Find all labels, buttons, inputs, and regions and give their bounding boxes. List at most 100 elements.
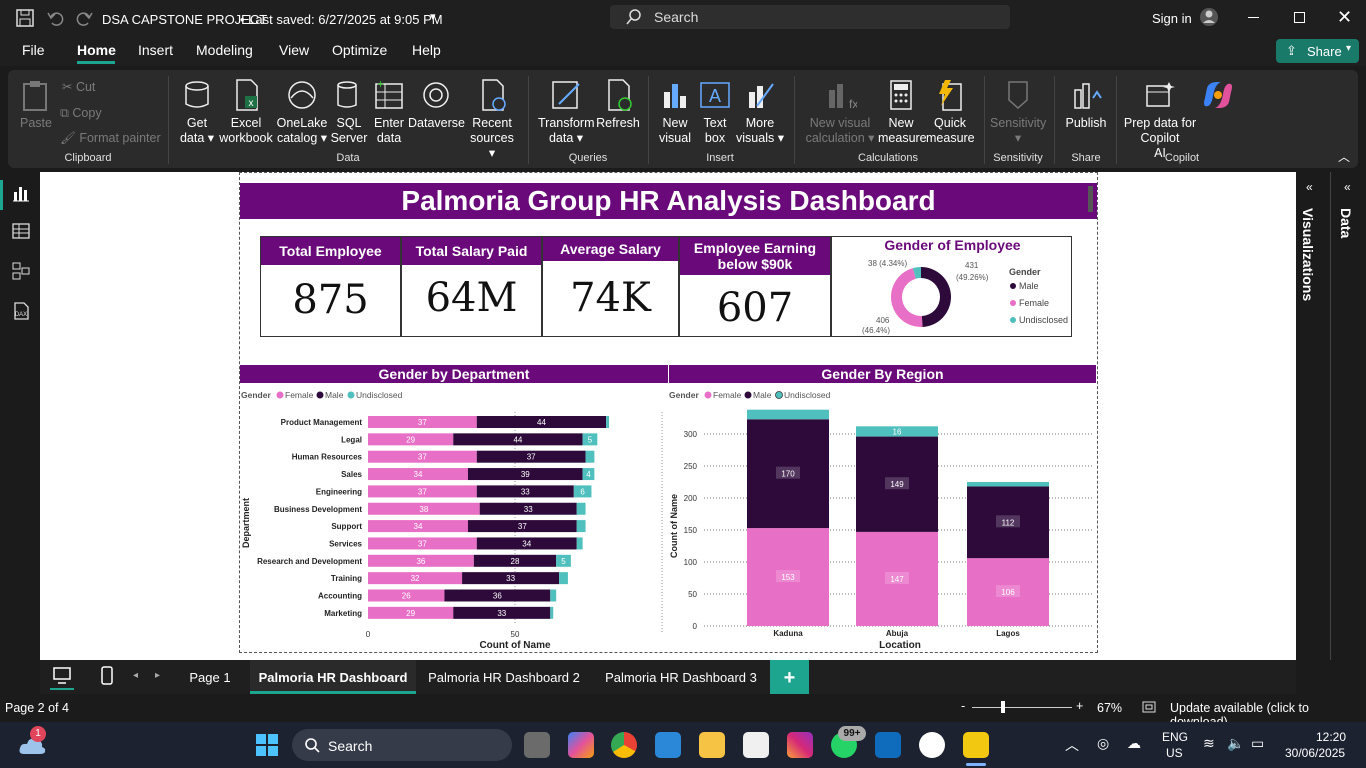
zoom-out-button[interactable]: - — [961, 699, 965, 713]
bar-undisclosed[interactable] — [576, 520, 586, 533]
bar-undisclosed[interactable] — [967, 482, 1049, 487]
add-page-button[interactable]: + — [770, 660, 809, 694]
microsoft-store-icon[interactable] — [655, 732, 681, 758]
next-page-icon[interactable]: ▸ — [155, 670, 160, 681]
menu-file[interactable]: File — [22, 42, 45, 58]
mobile-layout-icon[interactable] — [100, 666, 114, 686]
table-view-icon[interactable] — [12, 222, 30, 240]
tab-palmoria-hr-dashboard[interactable]: Palmoria HR Dashboard — [250, 660, 416, 694]
expand-visualizations-icon[interactable]: « — [1306, 180, 1313, 194]
bar-undisclosed[interactable] — [606, 416, 610, 428]
menu-optimize[interactable]: Optimize — [332, 42, 387, 58]
bar-undisclosed[interactable] — [576, 502, 586, 515]
new-measure-button[interactable]: New measure — [878, 78, 927, 146]
file-explorer-icon[interactable] — [699, 732, 725, 758]
format-painter-button[interactable]: 🖌 Format painter — [60, 131, 180, 146]
bar-undisclosed[interactable] — [576, 537, 583, 550]
quick-measure-button[interactable]: Quick measure — [926, 78, 975, 146]
gender-by-region-chart[interactable]: Gender Female Male Undisclosed Count of … — [668, 384, 1096, 652]
cut-button[interactable]: ✂ Cut — [62, 80, 172, 95]
new-visual-button[interactable]: New visual — [656, 78, 694, 146]
show-hidden-icons-icon[interactable]: ︿ — [1065, 735, 1079, 755]
sql-server-button[interactable]: SQL Server — [330, 78, 368, 146]
tab-palmoria-hr-dashboard-2[interactable]: Palmoria HR Dashboard 2 — [416, 660, 592, 694]
maximize-button[interactable] — [1294, 12, 1305, 23]
chevron-down-icon[interactable]: ▾ — [430, 10, 436, 23]
share-button[interactable]: ⇪ Share ▾ — [1276, 39, 1359, 63]
data-pane-tab[interactable]: Data — [1338, 208, 1354, 238]
instagram-icon[interactable] — [787, 732, 813, 758]
text-box-button[interactable]: A Text box — [698, 78, 732, 146]
chatgpt-icon[interactable] — [919, 732, 945, 758]
volume-icon[interactable]: 🔈 — [1227, 735, 1244, 752]
paste-button[interactable]: Paste — [18, 78, 54, 131]
minimize-button[interactable] — [1248, 17, 1259, 18]
more-visuals-button[interactable]: More visuals ▾ — [736, 78, 784, 146]
bar-undisclosed[interactable] — [550, 589, 557, 602]
outlook-icon[interactable] — [875, 732, 901, 758]
recent-sources-button[interactable]: Recent sources ▾ — [466, 78, 518, 161]
battery-icon[interactable]: ▭ — [1251, 735, 1264, 752]
excel-workbook-button[interactable]: x Excel workbook — [218, 78, 274, 146]
desktop-layout-icon[interactable] — [52, 667, 72, 685]
bar-undisclosed[interactable] — [550, 606, 554, 619]
bar-undisclosed[interactable] — [559, 572, 568, 585]
input-language[interactable]: ENG — [1162, 730, 1188, 744]
menu-help[interactable]: Help — [412, 42, 441, 58]
dax-query-view-icon[interactable]: DAX — [12, 302, 30, 320]
enter-data-button[interactable]: + Enter data — [370, 78, 408, 146]
gender-by-department-chart[interactable]: Gender Female Male Undisclosed Departmen… — [240, 384, 668, 652]
tab-palmoria-hr-dashboard-3[interactable]: Palmoria HR Dashboard 3 — [592, 660, 770, 694]
onelake-catalog-button[interactable]: OneLake catalog ▾ — [276, 78, 328, 146]
zoom-in-button[interactable]: + — [1076, 699, 1083, 713]
power-bi-icon[interactable] — [963, 732, 989, 758]
model-view-icon[interactable] — [12, 262, 30, 280]
chrome-icon[interactable] — [611, 732, 637, 758]
search-box[interactable]: Search — [610, 5, 1010, 29]
document-icon[interactable] — [743, 732, 769, 758]
expand-data-icon[interactable]: « — [1344, 180, 1351, 194]
zoom-slider[interactable] — [972, 707, 1072, 708]
copilot-taskbar-icon[interactable] — [568, 732, 594, 758]
clock-time[interactable]: 12:20 — [1316, 730, 1346, 744]
menu-insert[interactable]: Insert — [138, 42, 173, 58]
prep-data-copilot-button[interactable]: Prep data for Copilot AI — [1122, 78, 1198, 161]
network-cloud-icon[interactable]: ☁ — [1127, 735, 1141, 752]
get-data-button[interactable]: Get data ▾ — [176, 78, 218, 146]
avatar-icon[interactable] — [1199, 7, 1219, 27]
windows-start-icon[interactable] — [255, 733, 279, 757]
sensitivity-button[interactable]: Sensitivity ▾ — [990, 78, 1046, 146]
transform-data-button[interactable]: Transform data ▾ — [538, 78, 595, 146]
menu-view[interactable]: View — [279, 42, 309, 58]
menu-modeling[interactable]: Modeling — [196, 42, 253, 58]
clock-date[interactable]: 30/06/2025 — [1285, 746, 1345, 760]
copilot-button[interactable] — [1200, 78, 1236, 116]
close-button[interactable]: ✕ — [1337, 7, 1352, 28]
redo-icon[interactable] — [76, 9, 94, 27]
bar-undisclosed[interactable] — [585, 450, 595, 463]
sign-in-link[interactable]: Sign in — [1152, 11, 1192, 26]
task-view-icon[interactable] — [524, 732, 550, 758]
wifi-icon[interactable]: ≋ — [1203, 735, 1215, 752]
donut-chart[interactable]: 431 (49.26%) 38 (4.34%) 406 (46.4%) Gend… — [832, 253, 1073, 337]
publish-button[interactable]: Publish — [1064, 78, 1108, 131]
dataverse-button[interactable]: Dataverse — [408, 78, 465, 131]
menu-home[interactable]: Home — [77, 42, 116, 58]
zoom-slider-thumb[interactable] — [1001, 701, 1005, 713]
undo-icon[interactable] — [46, 9, 64, 27]
donut-slice-male[interactable] — [921, 267, 952, 327]
refresh-button[interactable]: Refresh — [596, 78, 640, 131]
report-view-icon[interactable] — [12, 184, 30, 202]
visualizations-pane-tab[interactable]: Visualizations — [1300, 208, 1316, 301]
bar-undisclosed[interactable] — [747, 409, 829, 420]
collapse-ribbon-icon[interactable]: ︿ — [1338, 148, 1350, 165]
save-icon[interactable] — [16, 9, 34, 27]
new-visual-calculation-button[interactable]: fx New visual calculation ▾ — [802, 78, 878, 146]
taskbar-search[interactable]: Search — [292, 729, 512, 761]
security-icon[interactable]: ◎ — [1097, 735, 1109, 752]
input-region[interactable]: US — [1166, 746, 1183, 760]
tab-page-1[interactable]: Page 1 — [170, 660, 250, 694]
scrollbar-thumb[interactable] — [1088, 186, 1093, 212]
zoom-level[interactable]: 67% — [1097, 701, 1122, 715]
copy-button[interactable]: ⧉ Copy — [60, 106, 170, 121]
